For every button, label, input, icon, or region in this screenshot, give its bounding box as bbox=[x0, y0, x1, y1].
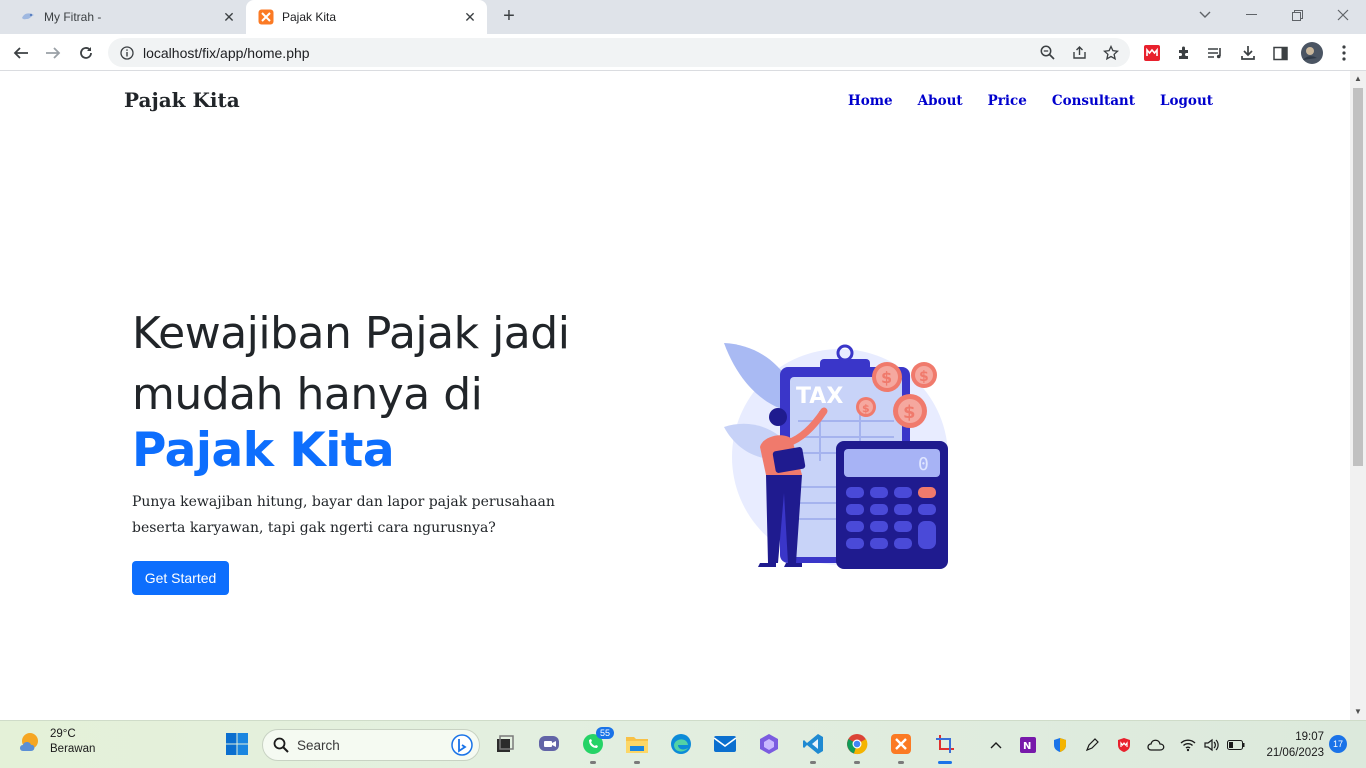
browser-tab-strip: My Fitrah - ✕ Pajak Kita ✕ + bbox=[0, 0, 1366, 34]
weather-widget[interactable]: 29°C Berawan bbox=[18, 727, 95, 757]
scroll-up-arrow-icon[interactable]: ▲ bbox=[1350, 71, 1366, 87]
nav-consultant[interactable]: Consultant bbox=[1052, 93, 1135, 109]
wifi-icon[interactable] bbox=[1178, 735, 1198, 755]
taskbar-search-input[interactable]: Search bbox=[262, 729, 480, 761]
hero-description: Punya kewajiban hitung, bayar dan lapor … bbox=[132, 494, 555, 536]
restore-button[interactable] bbox=[1274, 0, 1320, 30]
bing-icon[interactable] bbox=[451, 734, 473, 756]
dollar-coin-icon: $ bbox=[893, 394, 927, 428]
nav-price[interactable]: Price bbox=[988, 93, 1027, 109]
nav-home[interactable]: Home bbox=[848, 93, 893, 109]
task-view-icon[interactable] bbox=[490, 729, 520, 759]
tax-label: TAX bbox=[796, 384, 843, 409]
site-brand[interactable]: Pajak Kita bbox=[124, 88, 240, 112]
profile-avatar[interactable] bbox=[1299, 40, 1325, 66]
zoom-icon[interactable] bbox=[1034, 40, 1060, 66]
svg-text:$: $ bbox=[881, 368, 892, 387]
bookmark-star-icon[interactable] bbox=[1098, 40, 1124, 66]
notification-count-badge[interactable]: 17 bbox=[1329, 735, 1347, 753]
copilot-app-icon[interactable] bbox=[754, 729, 784, 759]
svg-text:$: $ bbox=[919, 369, 929, 385]
nav-about[interactable]: About bbox=[918, 93, 963, 109]
tax-illustration: TAX $ $ $ $ 0 bbox=[724, 343, 948, 569]
tab-title: Pajak Kita bbox=[282, 10, 337, 24]
weather-cloud-sun-icon bbox=[20, 733, 38, 751]
windows-taskbar: 29°C Berawan Search 55 N 19:07 21/06/202… bbox=[0, 720, 1366, 768]
scrollbar-thumb[interactable] bbox=[1353, 88, 1363, 466]
address-bar[interactable]: localhost/fix/app/home.php bbox=[108, 38, 1130, 67]
svg-text:$: $ bbox=[862, 402, 870, 415]
side-panel-icon[interactable] bbox=[1267, 40, 1293, 66]
new-tab-button[interactable]: + bbox=[498, 6, 520, 28]
extensions-puzzle-icon[interactable] bbox=[1171, 40, 1197, 66]
mcafee-extension-icon[interactable] bbox=[1139, 40, 1165, 66]
search-label: Search bbox=[297, 737, 340, 753]
close-tab-icon[interactable]: ✕ bbox=[218, 6, 240, 28]
file-explorer-icon[interactable] bbox=[622, 729, 652, 764]
forward-button[interactable] bbox=[40, 40, 66, 66]
hero-brand: Pajak Kita bbox=[132, 423, 395, 478]
browser-toolbar: localhost/fix/app/home.php bbox=[0, 34, 1366, 71]
share-icon[interactable] bbox=[1066, 40, 1092, 66]
teams-chat-icon[interactable] bbox=[534, 729, 564, 759]
whatsapp-unread-badge: 55 bbox=[595, 727, 614, 739]
search-icon bbox=[273, 737, 289, 753]
page-scrollbar[interactable]: ▲ ▼ bbox=[1350, 71, 1366, 720]
tab-title: My Fitrah - bbox=[44, 10, 102, 24]
main-nav: Home About Price Consultant Logout bbox=[848, 93, 1213, 109]
pen-tray-icon[interactable] bbox=[1082, 735, 1102, 755]
get-started-button[interactable]: Get Started bbox=[132, 561, 229, 595]
mcafee-tray-icon[interactable] bbox=[1114, 735, 1134, 755]
onenote-tray-icon[interactable]: N bbox=[1018, 735, 1038, 755]
volume-icon[interactable] bbox=[1202, 735, 1222, 755]
battery-icon[interactable] bbox=[1226, 735, 1246, 755]
security-shield-tray-icon[interactable] bbox=[1050, 735, 1070, 755]
web-page: Pajak Kita Home About Price Consultant L… bbox=[0, 71, 1350, 720]
mail-icon[interactable] bbox=[710, 729, 740, 759]
chevron-up-icon[interactable] bbox=[986, 735, 1006, 755]
back-button[interactable] bbox=[8, 40, 34, 66]
dollar-coin-icon: $ bbox=[872, 362, 902, 392]
close-window-button[interactable] bbox=[1320, 0, 1366, 30]
reload-button[interactable] bbox=[73, 40, 99, 66]
hero-title: Kewajiban Pajak jadi mudah hanya di bbox=[132, 308, 570, 420]
dollar-coin-icon: $ bbox=[856, 397, 876, 417]
tab-search-icon[interactable] bbox=[1182, 0, 1228, 30]
edge-browser-icon[interactable] bbox=[666, 729, 696, 759]
vscode-icon[interactable] bbox=[798, 729, 828, 764]
browser-menu-icon[interactable] bbox=[1331, 40, 1357, 66]
taskbar-clock[interactable]: 19:07 21/06/2023 bbox=[1266, 729, 1324, 761]
snipping-tool-icon[interactable] bbox=[930, 729, 960, 764]
globe-favicon-icon bbox=[20, 9, 36, 25]
start-windows-icon[interactable] bbox=[222, 729, 252, 759]
clock-date: 21/06/2023 bbox=[1266, 747, 1324, 759]
download-icon[interactable] bbox=[1235, 40, 1261, 66]
chrome-icon[interactable] bbox=[842, 729, 872, 764]
scroll-down-arrow-icon[interactable]: ▼ bbox=[1350, 704, 1366, 720]
nav-logout[interactable]: Logout bbox=[1160, 93, 1213, 109]
close-tab-icon[interactable]: ✕ bbox=[459, 6, 481, 28]
calculator-display-value: 0 bbox=[918, 454, 929, 475]
site-info-icon[interactable] bbox=[119, 45, 135, 61]
whatsapp-icon[interactable]: 55 bbox=[578, 727, 614, 764]
clock-time: 19:07 bbox=[1295, 731, 1324, 743]
onedrive-cloud-icon[interactable] bbox=[1146, 735, 1166, 755]
tab-pajak-kita[interactable]: Pajak Kita ✕ bbox=[246, 0, 487, 34]
svg-text:$: $ bbox=[903, 402, 916, 423]
svg-text:N: N bbox=[1023, 741, 1031, 752]
tab-my-fitrah[interactable]: My Fitrah - ✕ bbox=[8, 0, 246, 34]
xampp-icon[interactable] bbox=[886, 729, 916, 764]
xampp-favicon-icon bbox=[258, 9, 274, 25]
weather-temp: 29°C bbox=[50, 728, 76, 740]
url-text: localhost/fix/app/home.php bbox=[143, 44, 310, 61]
reading-list-icon[interactable] bbox=[1202, 40, 1228, 66]
minimize-button[interactable] bbox=[1228, 0, 1274, 30]
dollar-coin-icon: $ bbox=[911, 362, 937, 388]
weather-condition: Berawan bbox=[50, 743, 96, 755]
